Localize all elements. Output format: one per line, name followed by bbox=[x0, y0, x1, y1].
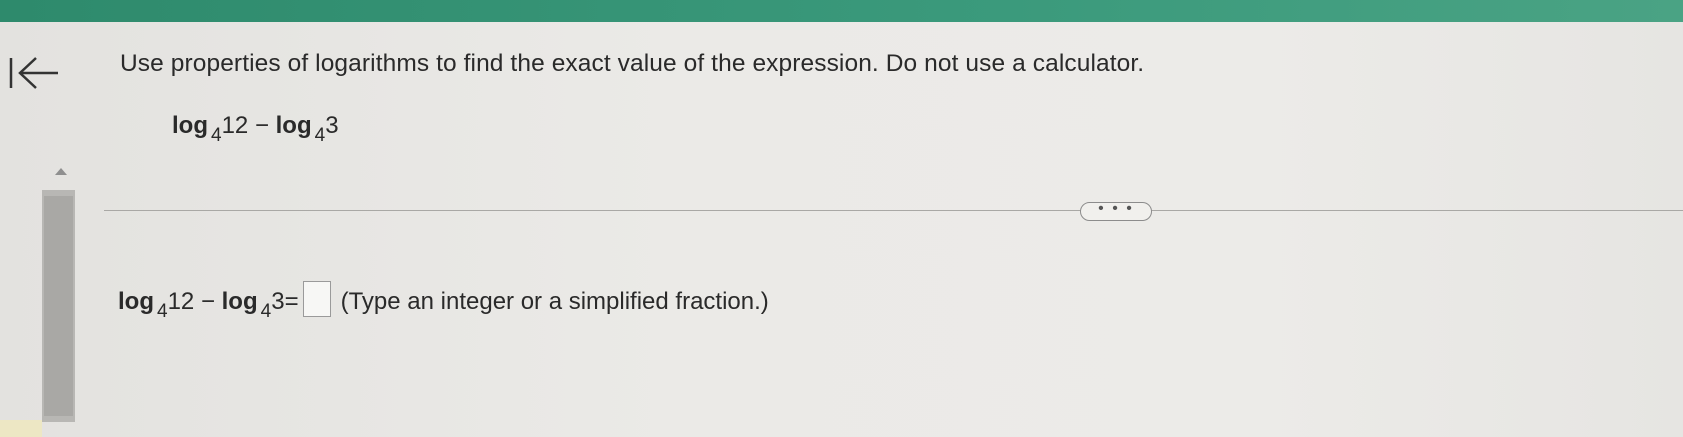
question-instruction: Use properties of logarithms to find the… bbox=[120, 50, 1145, 77]
answer-input[interactable] bbox=[302, 281, 331, 317]
log-function: log bbox=[275, 112, 312, 139]
log-function: log bbox=[172, 112, 208, 139]
scrollbar-thumb[interactable] bbox=[44, 196, 73, 416]
corner-panel bbox=[0, 420, 42, 437]
top-bar bbox=[0, 0, 1683, 22]
scroll-up-icon[interactable] bbox=[55, 168, 67, 175]
log-argument: 3 bbox=[325, 112, 339, 139]
back-to-start-button[interactable] bbox=[6, 44, 66, 100]
minus-operator: − bbox=[254, 112, 269, 139]
log-function: log bbox=[118, 288, 154, 315]
minus-operator: − bbox=[200, 288, 215, 315]
log-argument: 12 bbox=[167, 288, 195, 315]
question-expression: log 412 − log 43 bbox=[172, 112, 339, 146]
section-divider bbox=[104, 210, 1683, 211]
log-base: 4 bbox=[211, 125, 222, 146]
log-base: 4 bbox=[157, 301, 168, 322]
answer-hint: (Type an integer or a simplified fractio… bbox=[340, 288, 769, 315]
log-base: 4 bbox=[314, 125, 326, 146]
content-area bbox=[0, 22, 1683, 437]
log-function: log bbox=[221, 288, 258, 315]
equals-sign: = bbox=[284, 288, 299, 315]
more-options-button[interactable]: • • • bbox=[1080, 200, 1152, 221]
answer-row: log 412 − log 43= (Type an integer or a sim… bbox=[118, 281, 769, 322]
log-argument: 3 bbox=[271, 288, 285, 315]
back-to-start-icon bbox=[9, 57, 58, 89]
log-base: 4 bbox=[260, 301, 272, 322]
ellipsis-icon: • • • bbox=[1098, 200, 1134, 217]
log-argument: 12 bbox=[221, 112, 249, 139]
